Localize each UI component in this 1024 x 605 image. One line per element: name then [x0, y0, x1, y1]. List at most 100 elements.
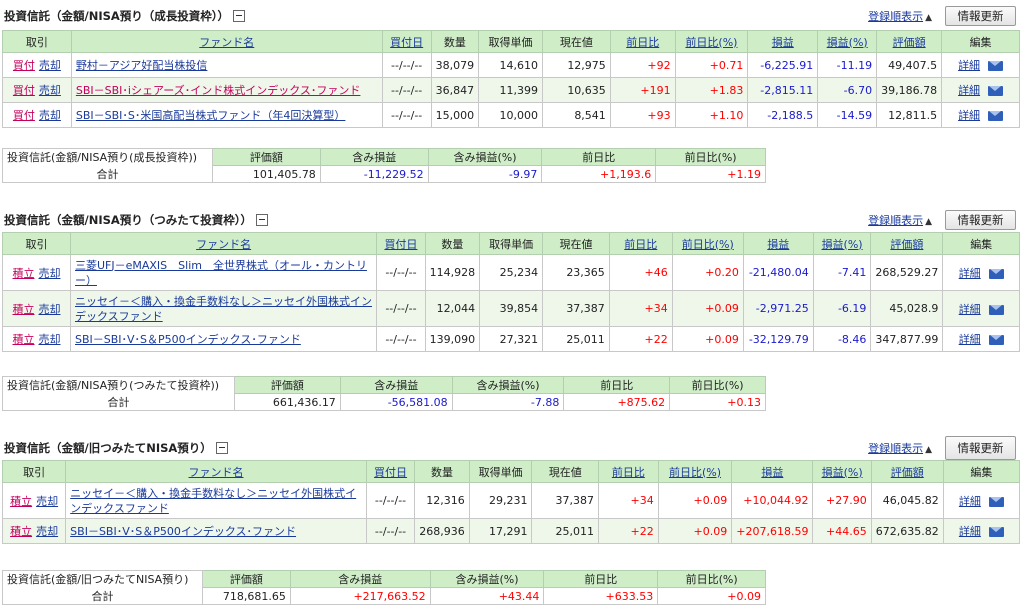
detail-link[interactable]: 詳細	[959, 333, 981, 346]
total-unreal: -56,581.08	[339, 393, 453, 411]
price: 37,387	[531, 482, 599, 519]
pl: -6,225.91	[747, 52, 819, 78]
col-fund[interactable]: ファンド名	[70, 30, 383, 53]
trade-cell: 買付 売却	[2, 102, 72, 128]
col-buy-date[interactable]: 買付日	[381, 30, 432, 53]
price: 8,541	[541, 102, 611, 128]
buy-link[interactable]: 買付	[13, 59, 35, 72]
trade-cell: 買付 売却	[2, 52, 72, 78]
fund-link[interactable]: SBI－SBI･V･S＆P500インデックス･ファンド	[70, 525, 296, 538]
col-dod-pct[interactable]: 前日比(%)	[674, 30, 749, 53]
dod: +22	[597, 518, 659, 544]
value: 347,877.99	[870, 326, 944, 352]
mail-icon[interactable]	[988, 335, 1004, 345]
collapse-icon[interactable]	[215, 442, 228, 454]
fund-link[interactable]: 三菱UFJ－eMAXIS Slim 全世界株式（オール・カントリー）	[75, 259, 367, 287]
refresh-button[interactable]: 情報更新	[945, 210, 1016, 230]
detail-link[interactable]: 詳細	[959, 267, 981, 280]
sum-col-unreal-pct: 含み損益(%)	[429, 570, 545, 588]
fund-link[interactable]: ニッセイ－＜購入・換金手数料なし＞ニッセイ外国株式インデックスファンド	[70, 487, 356, 515]
total-dod: +1,193.6	[541, 165, 657, 183]
sell-link[interactable]: 売却	[38, 333, 60, 346]
col-dod-pct[interactable]: 前日比(%)	[671, 232, 744, 255]
col-dod[interactable]: 前日比	[608, 232, 673, 255]
col-pl-pct[interactable]: 損益(%)	[817, 30, 878, 53]
detail-link[interactable]: 詳細	[959, 525, 981, 538]
buy-link[interactable]: 買付	[13, 109, 35, 122]
col-buy-date[interactable]: 買付日	[365, 460, 416, 483]
col-unit-cost: 取得単価	[468, 460, 533, 483]
col-pl-pct[interactable]: 損益(%)	[812, 460, 872, 483]
col-pl[interactable]: 損益	[747, 30, 819, 53]
col-qty: 数量	[414, 460, 470, 483]
col-pl-pct[interactable]: 損益(%)	[812, 232, 872, 255]
detail-link[interactable]: 詳細	[958, 109, 980, 122]
fund-link[interactable]: SBI－SBI･iシェアーズ･インド株式インデックス･ファンド	[76, 84, 361, 97]
col-value[interactable]: 評価額	[870, 460, 944, 483]
mail-icon[interactable]	[988, 268, 1004, 279]
dod-pct: +0.71	[674, 52, 749, 78]
fund-link[interactable]: SBI－SBI･S･米国高配当株式ファンド（年4回決算型）	[76, 109, 346, 122]
col-fund[interactable]: ファンド名	[65, 460, 367, 483]
col-qty: 数量	[430, 30, 480, 53]
sell-link[interactable]: 売却	[38, 303, 60, 316]
collapse-icon[interactable]	[233, 10, 246, 22]
summary-table: 投資信託(金額/NISA預り(つみたて投資枠)) 評価額 含み損益 含み損益(%…	[2, 376, 766, 411]
buy-link[interactable]: 積立	[12, 303, 34, 316]
refresh-button[interactable]: 情報更新	[945, 436, 1016, 460]
refresh-button[interactable]: 情報更新	[945, 6, 1016, 26]
fund-link[interactable]: ニッセイ－＜購入・換金手数料なし＞ニッセイ外国株式インデックスファンド	[75, 295, 372, 323]
col-value[interactable]: 評価額	[876, 30, 943, 53]
price: 37,387	[542, 290, 610, 327]
col-pl[interactable]: 損益	[731, 460, 814, 483]
buy-link[interactable]: 積立	[12, 267, 34, 280]
col-dod[interactable]: 前日比	[609, 30, 676, 53]
mail-icon[interactable]	[988, 304, 1004, 315]
sell-link[interactable]: 売却	[39, 59, 61, 72]
col-trade: 取引	[2, 30, 72, 53]
buy-link[interactable]: 買付	[13, 84, 35, 97]
col-price: 現在値	[531, 460, 599, 483]
dod: +34	[608, 290, 673, 327]
mail-icon[interactable]	[988, 86, 1004, 96]
mail-icon[interactable]	[988, 527, 1004, 537]
section-title: 投資信託（金額/NISA預り（成長投資枠））	[4, 8, 246, 24]
col-dod[interactable]: 前日比	[597, 460, 659, 483]
fund-link[interactable]: 野村－アジア好配当株投信	[76, 59, 208, 72]
detail-link[interactable]: 詳細	[959, 303, 981, 316]
buy-link[interactable]: 積立	[12, 333, 34, 346]
trade-cell: 積立 売却	[1, 518, 67, 544]
col-value[interactable]: 評価額	[870, 232, 944, 255]
col-pl[interactable]: 損益	[742, 232, 814, 255]
edit-cell: 詳細	[942, 482, 1021, 519]
unit-cost: 10,000	[478, 102, 543, 128]
sort-link[interactable]: 登録順表示 ▲	[868, 440, 932, 456]
buy-date: --/--/--	[381, 102, 432, 128]
sell-link[interactable]: 売却	[39, 109, 61, 122]
sell-link[interactable]: 売却	[39, 84, 61, 97]
summary-label: 投資信託(金額/NISA預り(つみたて投資枠))	[2, 376, 235, 394]
sort-link[interactable]: 登録順表示 ▲	[868, 8, 932, 24]
col-dod-pct[interactable]: 前日比(%)	[657, 460, 733, 483]
detail-link[interactable]: 詳細	[958, 59, 980, 72]
collapse-icon[interactable]	[256, 214, 269, 226]
sell-link[interactable]: 売却	[36, 525, 58, 538]
detail-link[interactable]: 詳細	[958, 84, 980, 97]
dod: +92	[609, 52, 676, 78]
mail-icon[interactable]	[988, 496, 1004, 507]
qty: 114,928	[424, 254, 481, 291]
col-fund[interactable]: ファンド名	[69, 232, 378, 255]
buy-link[interactable]: 積立	[10, 495, 32, 508]
fund-link[interactable]: SBI－SBI･V･S＆P500インデックス･ファンド	[75, 333, 301, 346]
buy-link[interactable]: 積立	[10, 525, 32, 538]
mail-icon[interactable]	[988, 61, 1004, 71]
section-title-text: 投資信託（金額/NISA預り（つみたて投資枠））	[4, 213, 253, 227]
mail-icon[interactable]	[988, 111, 1004, 121]
value: 46,045.82	[870, 482, 944, 519]
sort-link[interactable]: 登録順表示 ▲	[868, 212, 932, 228]
sell-link[interactable]: 売却	[38, 267, 60, 280]
sell-link[interactable]: 売却	[36, 495, 58, 508]
col-buy-date[interactable]: 買付日	[376, 232, 426, 255]
detail-link[interactable]: 詳細	[959, 495, 981, 508]
dod: +22	[608, 326, 673, 352]
